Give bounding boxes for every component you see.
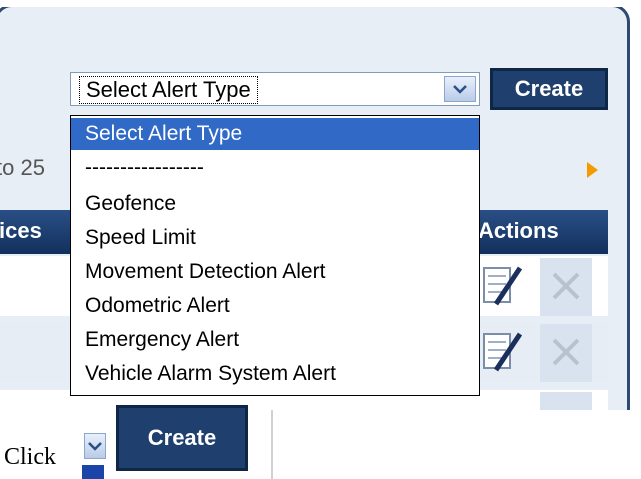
delete-cell (540, 324, 592, 382)
delete-cell (540, 392, 592, 410)
select-dropdown-button[interactable] (444, 76, 476, 102)
dropdown-option-select-alert-type[interactable]: Select Alert Type (71, 118, 479, 150)
paging-text: to 25 (0, 155, 45, 180)
divider (271, 410, 273, 479)
click-caption: Click (4, 444, 56, 470)
alert-type-select[interactable]: Select Alert Type (70, 72, 480, 106)
select-value: Select Alert Type (79, 76, 258, 104)
dropdown-option-vehicle-alarm[interactable]: Vehicle Alarm System Alert (71, 358, 479, 390)
alert-type-dropdown-list: Select Alert Type ----------------- Geof… (70, 115, 480, 396)
dropdown-option-emergency[interactable]: Emergency Alert (71, 324, 479, 356)
column-header-actions: Actions (478, 218, 559, 243)
chevron-down-icon (88, 442, 102, 451)
dropdown-option-odometric[interactable]: Odometric Alert (71, 290, 479, 322)
create-button[interactable]: Create (490, 68, 608, 110)
inline-screenshot: Create (82, 405, 248, 479)
panel-top-cover (0, 0, 641, 7)
edit-icon[interactable] (478, 260, 526, 316)
mini-blue-bar (82, 465, 104, 479)
column-header-devices: ices (0, 218, 42, 243)
edit-icon[interactable] (478, 326, 526, 382)
mini-create-button: Create (116, 405, 248, 471)
dropdown-option-geofence[interactable]: Geofence (71, 188, 479, 220)
mini-dropdown-button (84, 433, 106, 459)
delete-icon[interactable] (540, 258, 592, 314)
edit-cell (476, 324, 528, 382)
inline-screenshot-inner: Create (82, 405, 248, 479)
dropdown-option-movement-detection[interactable]: Movement Detection Alert (71, 256, 479, 288)
next-page-icon[interactable] (587, 162, 598, 178)
edit-cell (476, 258, 528, 316)
delete-icon[interactable] (540, 324, 592, 380)
chevron-down-icon (453, 85, 467, 94)
edit-cell (476, 392, 528, 410)
dropdown-option-separator[interactable]: ----------------- (71, 152, 479, 184)
delete-cell (540, 258, 592, 316)
dropdown-option-speed-limit[interactable]: Speed Limit (71, 222, 479, 254)
